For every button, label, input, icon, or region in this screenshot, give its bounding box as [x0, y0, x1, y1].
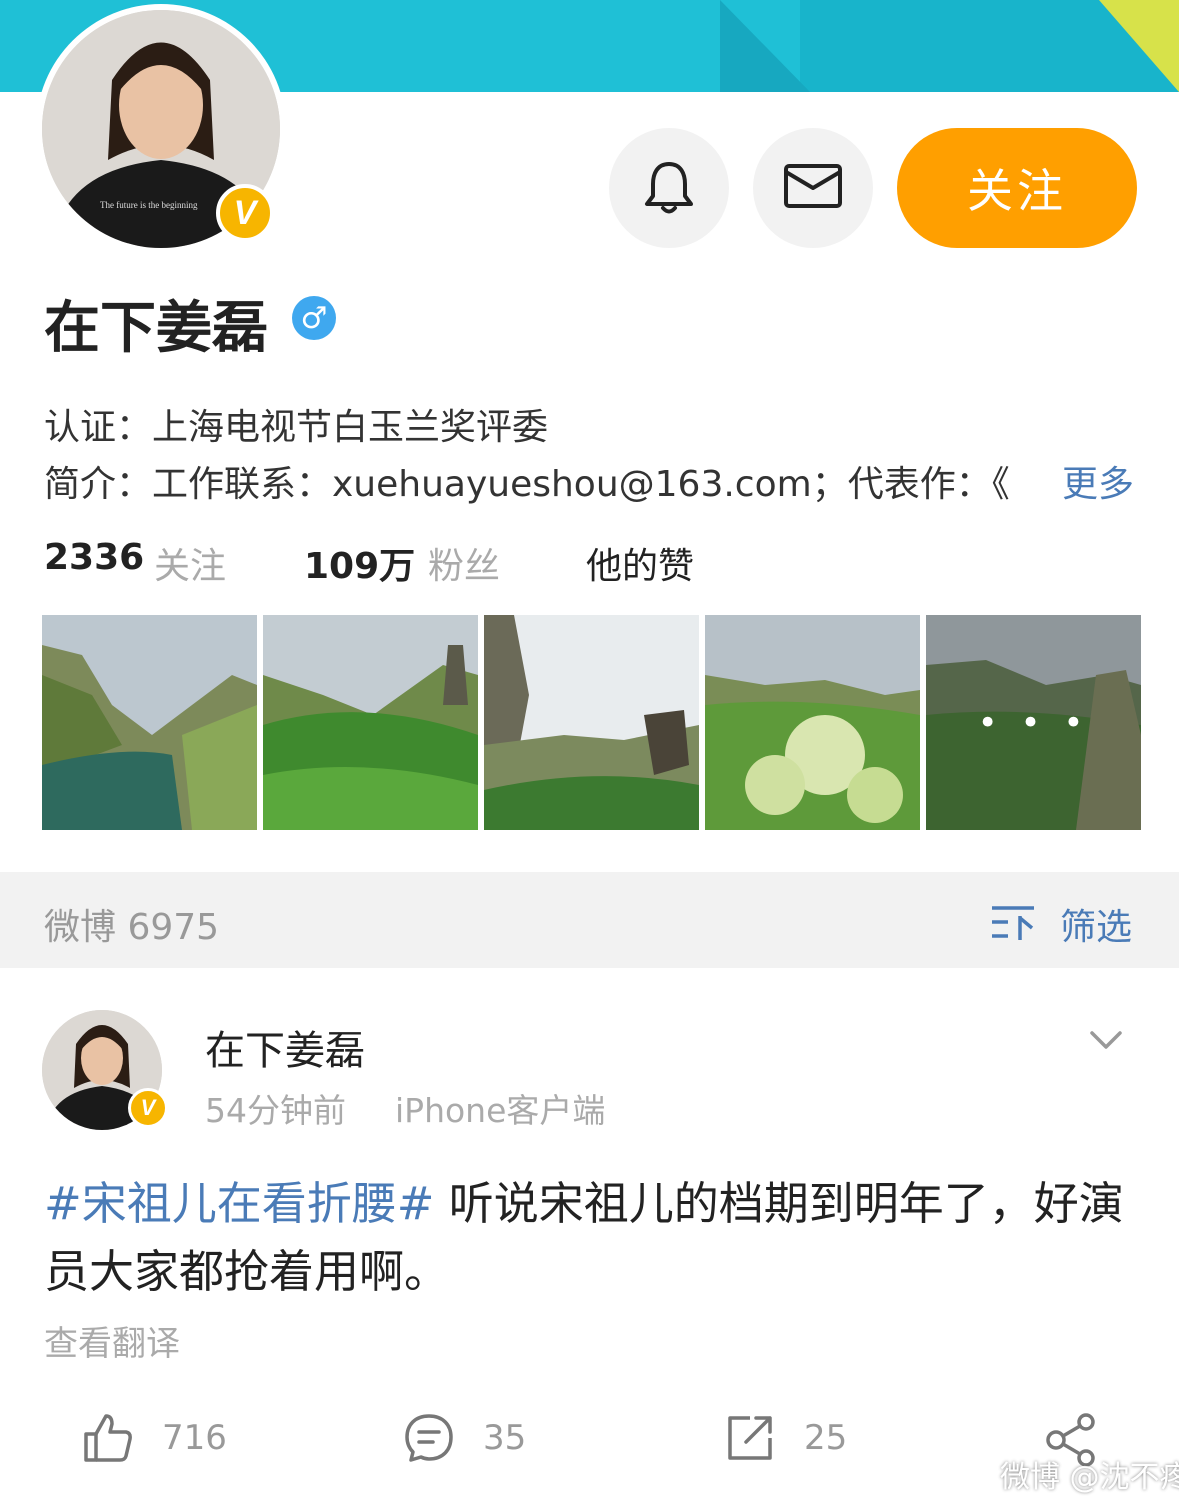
svg-text:The future is the beginning: The future is the beginning [100, 200, 198, 210]
filter-icon[interactable] [990, 902, 1036, 942]
likes-link[interactable]: 他的赞 [586, 537, 694, 589]
following-count[interactable]: 2336 [44, 537, 144, 578]
thumbs-up-icon [84, 1414, 132, 1462]
weibo-count: 微博 6975 [44, 907, 220, 948]
certification-text: 认证：上海电视节白玉兰奖评委 [44, 407, 549, 448]
bio-text: 简介：工作联系：xuehuayueshou@163.com；代表作：《 [44, 464, 1010, 505]
followers-count[interactable]: 109万 [304, 537, 415, 589]
profile-name: 在下姜磊 [44, 296, 268, 361]
banner-stripe-edge [720, 0, 810, 92]
post-time: 54分钟前 [205, 1091, 346, 1130]
verified-badge: V [128, 1088, 168, 1128]
filter-button[interactable]: 筛选 [1060, 898, 1132, 950]
photo-thumbnail[interactable] [484, 615, 699, 830]
repost-count: 25 [804, 1418, 848, 1458]
profile-avatar[interactable]: The future is the beginning V [36, 4, 286, 254]
comment-icon [405, 1414, 453, 1462]
message-button[interactable] [753, 128, 873, 248]
post-client: iPhone客户端 [395, 1091, 606, 1130]
chevron-down-icon[interactable] [1088, 1025, 1124, 1055]
male-gender-icon: ♂ [292, 296, 336, 340]
comment-count: 35 [483, 1418, 527, 1458]
verified-badge: V [216, 184, 274, 242]
more-photos-indicator: • • • [977, 702, 1090, 743]
translate-link[interactable]: 查看翻译 [44, 1316, 180, 1365]
repost-icon [728, 1416, 772, 1460]
photo-thumbnail[interactable] [42, 615, 257, 830]
following-label[interactable]: 关注 [154, 537, 226, 589]
post-meta: 54分钟前 iPhone客户端 [205, 1084, 605, 1132]
photo-thumbnail[interactable] [705, 615, 920, 830]
repost-button[interactable]: 25 [724, 1412, 847, 1464]
post-author-name[interactable]: 在下姜磊 [205, 1018, 365, 1076]
photo-thumbnail[interactable] [263, 615, 478, 830]
notification-button[interactable] [609, 128, 729, 248]
watermark: 微博 @沈不疼 [1000, 1460, 1179, 1495]
like-count: 716 [162, 1418, 227, 1458]
envelope-icon [784, 164, 842, 208]
post-hashtag[interactable]: #宋祖儿在看折腰# [44, 1177, 434, 1230]
photo-thumbnail-more[interactable]: • • • [926, 615, 1141, 830]
followers-label[interactable]: 粉丝 [428, 537, 500, 589]
feed-header: 微博 6975 筛选 [0, 872, 1179, 968]
comment-button[interactable]: 35 [403, 1412, 526, 1464]
banner-corner [1099, 0, 1179, 92]
bell-icon [645, 162, 693, 214]
follow-button[interactable]: 关注 [897, 128, 1137, 248]
bio-more-link[interactable]: 更多 [1062, 455, 1134, 507]
post-body: #宋祖儿在看折腰# 听说宋祖儿的档期到明年了，好演员大家都抢着用啊。 [44, 1170, 1144, 1306]
like-button[interactable]: 716 [82, 1412, 227, 1464]
